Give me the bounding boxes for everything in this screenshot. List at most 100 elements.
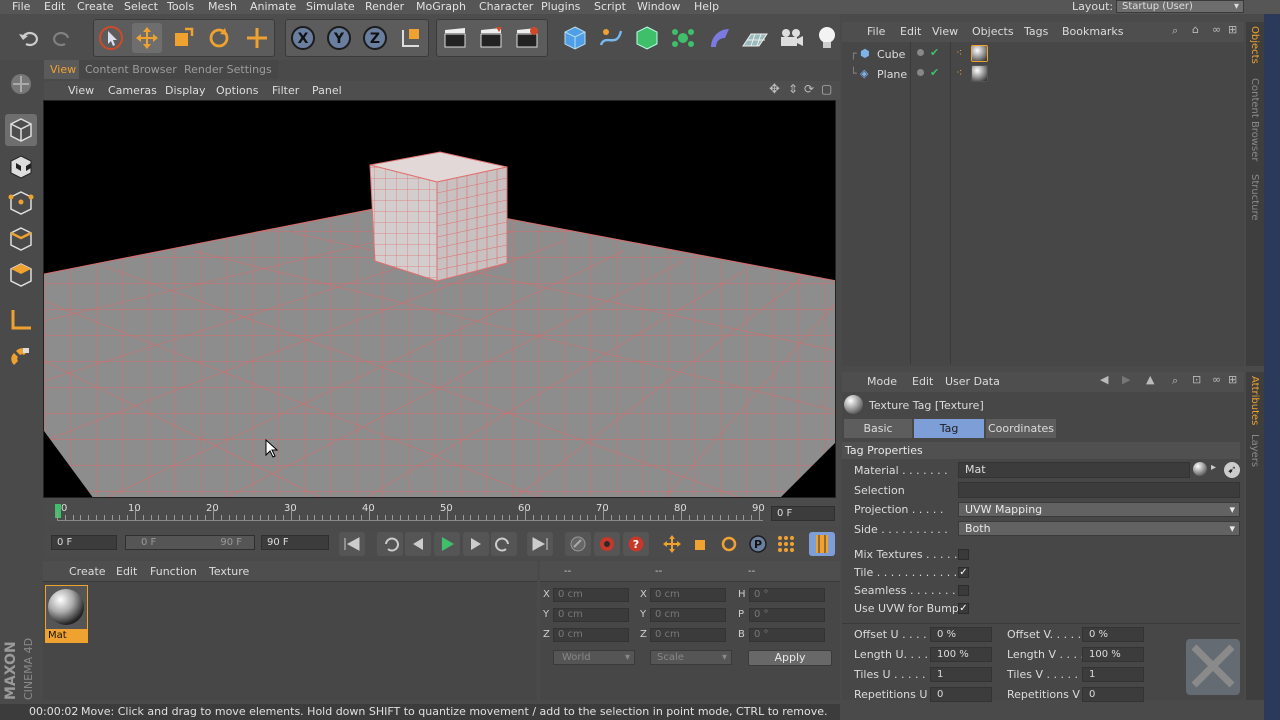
menu-render[interactable]: Render: [365, 0, 404, 14]
projection-dropdown[interactable]: UVW Mapping ▾: [958, 502, 1240, 517]
tile-checkbox[interactable]: ✓: [958, 567, 969, 578]
camera-button[interactable]: [776, 23, 806, 53]
previous-key-button[interactable]: [377, 532, 403, 556]
enabled-check-icon[interactable]: ✔: [930, 46, 939, 59]
end-frame-field[interactable]: 90 F: [261, 535, 329, 550]
texture-tag-icon[interactable]: [971, 65, 988, 82]
selection-field[interactable]: [958, 482, 1240, 498]
texture-tag-icon[interactable]: [971, 45, 988, 62]
menu-window[interactable]: Window: [637, 0, 680, 14]
object-menu-objects[interactable]: Objects: [972, 25, 1014, 38]
tab-render-settings[interactable]: Render Settings: [178, 60, 278, 79]
new-panel-icon[interactable]: ⊞: [1228, 373, 1237, 386]
material-preview-icon[interactable]: [1193, 462, 1207, 476]
size-y-field[interactable]: 0 cm: [650, 608, 726, 622]
menu-script[interactable]: Script: [594, 0, 626, 14]
key-point-level-button[interactable]: [773, 532, 799, 556]
phong-tag-icon[interactable]: ⁖: [956, 46, 962, 59]
tiles-v-field[interactable]: 1: [1082, 667, 1144, 682]
repetitions-v-field[interactable]: 0: [1082, 687, 1144, 702]
viewport-menu-panel[interactable]: Panel: [312, 84, 342, 97]
record-keys-button[interactable]: [565, 532, 591, 556]
material-menu-edit[interactable]: Edit: [116, 565, 137, 578]
side-dropdown[interactable]: Both ▾: [958, 521, 1240, 536]
viewport-rotate-icon[interactable]: ⟳: [804, 82, 814, 96]
size-z-field[interactable]: 0 cm: [650, 628, 726, 642]
z-axis-lock-button[interactable]: Z: [360, 23, 390, 53]
polygons-mode-button[interactable]: [5, 259, 37, 291]
visibility-dot[interactable]: [917, 69, 924, 76]
key-parameter-button[interactable]: P: [745, 532, 771, 556]
attribute-menu-user-data[interactable]: User Data: [945, 375, 1000, 388]
attribute-menu-mode[interactable]: Mode: [867, 375, 897, 388]
rotation-p-field[interactable]: 0 °: [749, 608, 825, 622]
seamless-checkbox[interactable]: [958, 585, 969, 596]
cube-object[interactable]: [369, 151, 508, 282]
use-uvw-bump-checkbox[interactable]: ✓: [958, 603, 969, 614]
material-menu-function[interactable]: Function: [150, 565, 197, 578]
go-to-start-button[interactable]: [339, 532, 365, 556]
pick-material-icon[interactable]: ➹: [1224, 462, 1240, 478]
home-icon[interactable]: ⌂: [1192, 23, 1199, 36]
rotate-tool-button[interactable]: [204, 23, 234, 53]
object-menu-view[interactable]: View: [932, 25, 958, 38]
key-position-button[interactable]: [659, 532, 685, 556]
enabled-check-icon[interactable]: ✔: [930, 66, 939, 79]
live-selection-button[interactable]: [96, 23, 126, 53]
x-axis-lock-button[interactable]: X: [288, 23, 318, 53]
phong-tag-icon[interactable]: ⁖: [956, 66, 962, 79]
forward-arrow-icon[interactable]: ▶: [1122, 373, 1130, 386]
world-dropdown[interactable]: World ▾: [553, 650, 635, 665]
redo-button[interactable]: [48, 23, 78, 53]
menu-help[interactable]: Help: [694, 0, 719, 14]
model-mode-button[interactable]: [5, 114, 37, 146]
menu-mograph[interactable]: MoGraph: [416, 0, 466, 14]
make-editable-button[interactable]: [5, 68, 37, 100]
timeline-button[interactable]: [809, 532, 835, 556]
object-menu-tags[interactable]: Tags: [1024, 25, 1048, 38]
material-swatch[interactable]: Mat: [45, 585, 88, 643]
next-frame-button[interactable]: [463, 532, 489, 556]
next-key-button[interactable]: [491, 532, 517, 556]
3d-viewport[interactable]: [43, 100, 836, 498]
attribute-menu-edit[interactable]: Edit: [912, 375, 933, 388]
range-slider[interactable]: 0 F 90 F: [125, 535, 255, 550]
lock-icon[interactable]: ⊡: [1192, 373, 1201, 386]
scale-tool-button[interactable]: [168, 23, 198, 53]
apply-button[interactable]: Apply: [748, 650, 832, 666]
up-arrow-icon[interactable]: ▲: [1146, 373, 1154, 386]
mix-textures-checkbox[interactable]: [958, 549, 969, 560]
viewport-menu-view[interactable]: View: [68, 84, 94, 97]
key-scale-button[interactable]: [688, 532, 714, 556]
undo-button[interactable]: [13, 23, 43, 53]
new-panel-icon[interactable]: ⊞: [1228, 23, 1237, 36]
search-icon[interactable]: ⌕: [1172, 374, 1178, 388]
offset-u-field[interactable]: 0 %: [930, 627, 992, 642]
autokeying-button[interactable]: [594, 532, 620, 556]
go-to-end-button[interactable]: [527, 532, 553, 556]
position-y-field[interactable]: 0 cm: [553, 608, 629, 622]
cube-primitive-button[interactable]: [560, 23, 590, 53]
tab-basic[interactable]: Basic: [844, 419, 912, 438]
object-menu-file[interactable]: File: [867, 25, 885, 38]
coordinate-system-button[interactable]: [396, 23, 426, 53]
length-v-field[interactable]: 100 %: [1082, 647, 1144, 662]
object-menu-edit[interactable]: Edit: [900, 25, 921, 38]
object-menu-bookmarks[interactable]: Bookmarks: [1062, 25, 1123, 38]
tab-structure[interactable]: Structure: [1249, 174, 1260, 221]
menu-mesh[interactable]: Mesh: [208, 0, 237, 14]
layout-select[interactable]: Startup (User) ▾: [1116, 0, 1244, 13]
menu-select[interactable]: Select: [124, 0, 158, 14]
recent-tool-button[interactable]: [242, 23, 272, 53]
light-button[interactable]: [812, 23, 842, 53]
edges-mode-button[interactable]: [5, 223, 37, 255]
viewport-menu-options[interactable]: Options: [216, 84, 258, 97]
tab-tag[interactable]: Tag: [914, 419, 984, 438]
rotation-h-field[interactable]: 0 °: [749, 588, 825, 602]
axis-mode-button[interactable]: [5, 304, 37, 336]
visibility-dot[interactable]: [917, 49, 924, 56]
search-icon[interactable]: ⌕: [1172, 24, 1178, 38]
viewport-menu-display[interactable]: Display: [165, 84, 206, 97]
object-row-plane[interactable]: └ ◈ Plane ✔ ⁖: [842, 65, 1244, 85]
texture-mode-button[interactable]: [5, 151, 37, 183]
